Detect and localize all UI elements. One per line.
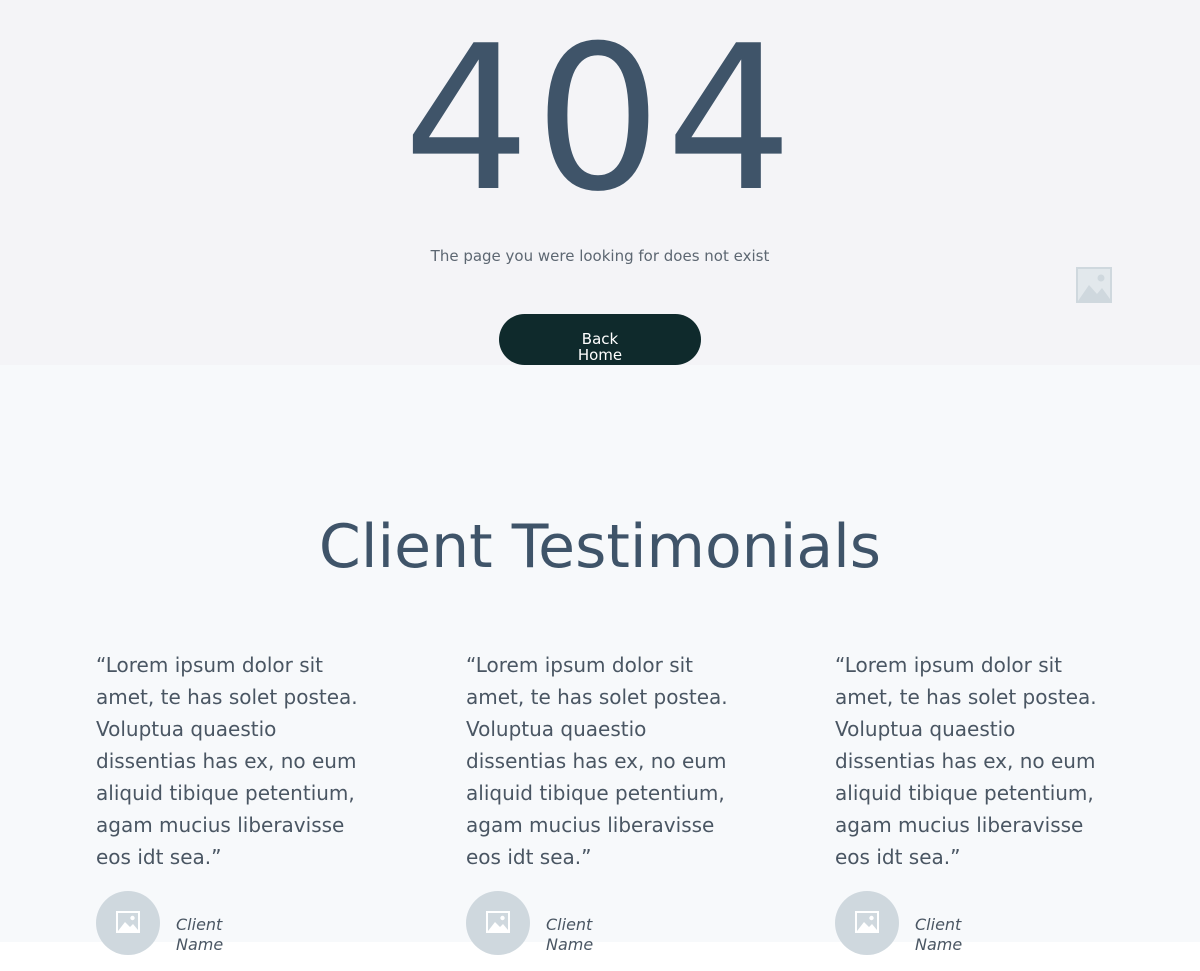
testimonial-quote: “Lorem ipsum dolor sit amet, te has sole… [96, 653, 358, 869]
testimonials-section: Client Testimonials “Lorem ipsum dolor s… [0, 365, 1200, 955]
testimonial-quote: “Lorem ipsum dolor sit amet, te has sole… [466, 653, 728, 869]
error-code: 404 [403, 3, 797, 236]
testimonial-client: Client Name [466, 891, 736, 971]
testimonial-client: Client Name [96, 891, 366, 971]
error-message: The page you were looking for does not e… [430, 247, 770, 265]
testimonial-card: “Lorem ipsum dolor sit amet, te has sole… [835, 649, 1105, 955]
client-name: Client Name [915, 915, 963, 954]
client-name: Client Name [546, 915, 594, 954]
client-name: Client Name [176, 915, 224, 954]
image-placeholder-icon [855, 911, 879, 933]
image-placeholder-icon [486, 911, 510, 933]
testimonial-card: “Lorem ipsum dolor sit amet, te has sole… [96, 649, 366, 955]
back-home-button[interactable]: Back Home [499, 314, 701, 365]
image-placeholder-icon [1076, 267, 1112, 303]
testimonial-card: “Lorem ipsum dolor sit amet, te has sole… [466, 649, 736, 955]
testimonial-client: Client Name [835, 891, 1105, 971]
client-avatar [96, 891, 160, 955]
image-placeholder-icon [116, 911, 140, 933]
client-avatar [466, 891, 530, 955]
section-title: Client Testimonials [318, 512, 882, 582]
testimonial-quote: “Lorem ipsum dolor sit amet, te has sole… [835, 653, 1097, 869]
back-home-label: Back Home [577, 329, 623, 364]
client-avatar [835, 891, 899, 955]
error-hero: 404 The page you were looking for does n… [0, 0, 1200, 365]
